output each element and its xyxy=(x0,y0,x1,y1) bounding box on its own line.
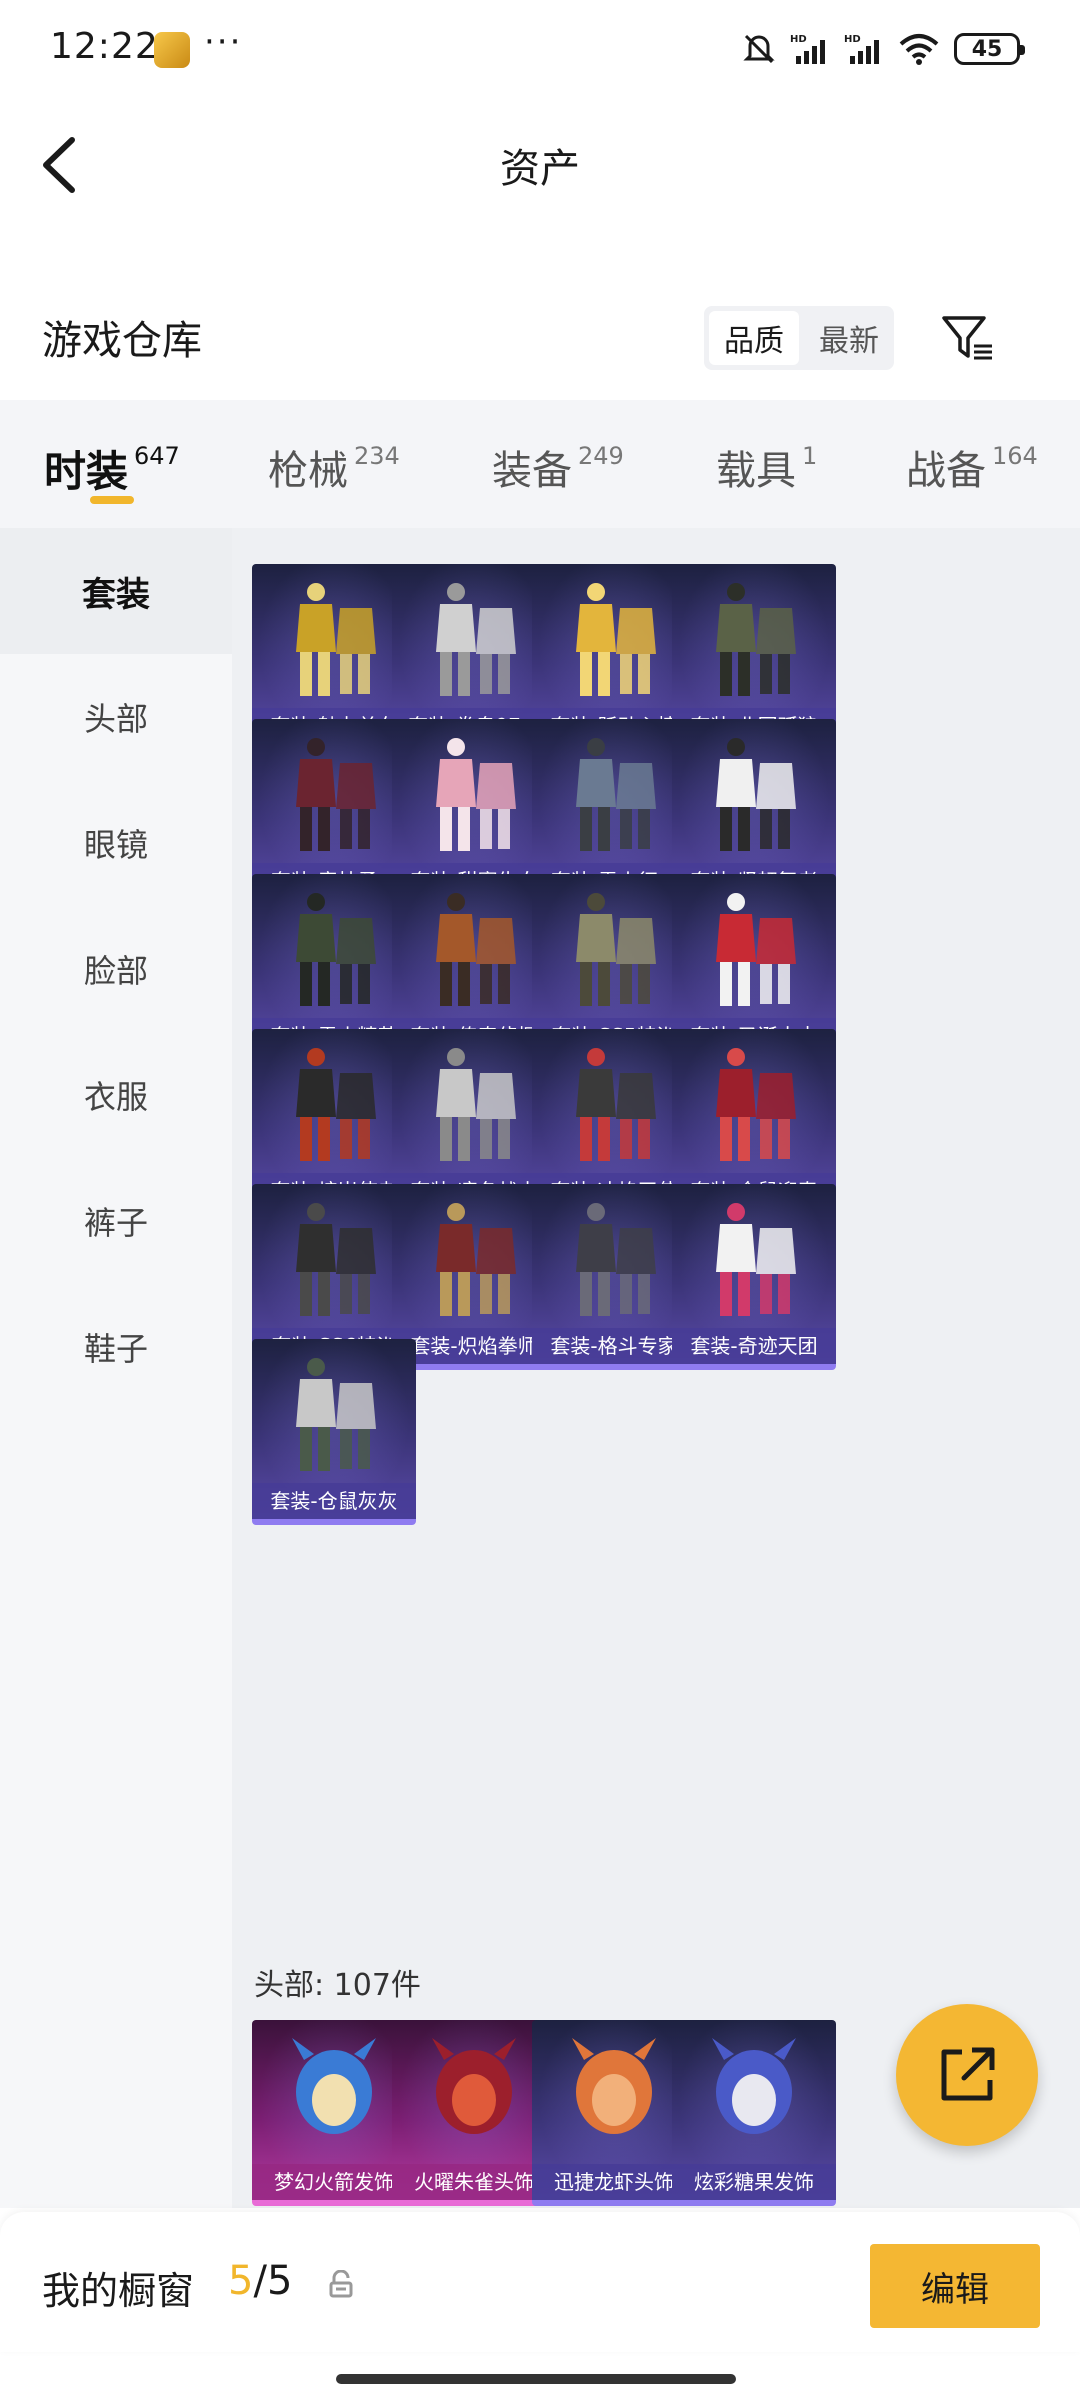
suit-card[interactable]: 套装-仓鼠灰灰 xyxy=(252,1339,416,1525)
lock-icon[interactable] xyxy=(328,2270,354,2298)
showcase-bar: 我的橱窗 5/5 编辑 xyxy=(0,2212,1080,2352)
head-item-image xyxy=(712,2038,796,2134)
suit-image xyxy=(436,893,516,1006)
tab-label: 枪械 xyxy=(268,448,348,494)
tab-label: 载具 xyxy=(716,448,796,494)
page-header: 资产 xyxy=(0,96,1080,226)
status-icons: HD HD 45 xyxy=(742,28,1025,70)
suit-card[interactable]: 套装-奇迹天团 xyxy=(672,1184,836,1370)
suit-image xyxy=(716,738,796,851)
sidebar-item-clothes[interactable]: 衣服 xyxy=(0,1032,232,1158)
sidebar: 套装 头部 眼镜 脸部 衣服 裤子 鞋子 xyxy=(0,528,232,2208)
tab-fashion[interactable]: 时装 647 xyxy=(44,438,180,499)
suit-image xyxy=(436,738,516,851)
battery-icon: 45 xyxy=(954,33,1025,65)
sidebar-item-glasses[interactable]: 眼镜 xyxy=(0,780,232,906)
status-bar: 12:22 ··· HD HD 45 xyxy=(0,0,1080,96)
item-grid: 套装-魅力单车套装-拳皇97...套装-跃动心情套装-北国孤狼套装-竞技勇...… xyxy=(232,528,1080,2208)
sidebar-item-face[interactable]: 脸部 xyxy=(0,906,232,1032)
showcase-title: 我的橱窗 xyxy=(42,2269,195,2313)
warehouse-title: 游戏仓库 xyxy=(42,318,202,364)
hd-signal-icon: HD xyxy=(790,34,825,64)
sidebar-item-suit[interactable]: 套装 xyxy=(0,528,232,654)
more-notifications-icon: ··· xyxy=(204,22,243,62)
tab-count: 249 xyxy=(578,442,624,470)
tab-count: 234 xyxy=(354,442,400,470)
suit-image xyxy=(296,738,376,851)
active-tab-indicator xyxy=(90,496,134,504)
tab-guns[interactable]: 枪械 234 xyxy=(268,438,400,496)
suit-image xyxy=(436,583,516,696)
page-title: 资产 xyxy=(500,146,580,192)
showcase-current: 5 xyxy=(228,2258,254,2304)
head-section-label: 头部: 107件 xyxy=(254,1968,421,2003)
sort-quality-button[interactable]: 品质 xyxy=(709,311,799,365)
suit-image xyxy=(296,583,376,696)
suit-image xyxy=(296,1358,376,1471)
tab-label: 战备 xyxy=(906,448,986,494)
mute-icon xyxy=(743,34,775,64)
filter-icon xyxy=(942,316,992,360)
sidebar-item-pants[interactable]: 裤子 xyxy=(0,1158,232,1284)
showcase-separator: / xyxy=(253,2258,267,2304)
category-tabs: 时装 647 枪械 234 装备 249 载具 1 战备 164 xyxy=(0,400,1080,528)
suit-image xyxy=(296,893,376,1006)
tab-combat-gear[interactable]: 战备 164 xyxy=(906,438,1038,496)
suit-image xyxy=(716,893,796,1006)
sidebar-item-shoes[interactable]: 鞋子 xyxy=(0,1284,232,1410)
suit-image xyxy=(296,1048,376,1161)
share-button[interactable] xyxy=(896,2004,1038,2146)
tab-equipment[interactable]: 装备 249 xyxy=(492,438,624,496)
tab-count: 647 xyxy=(134,442,180,470)
tab-count: 1 xyxy=(802,442,818,470)
suit-image xyxy=(436,1048,516,1161)
share-icon xyxy=(941,2047,995,2101)
suit-image xyxy=(716,1203,796,1316)
suit-image xyxy=(716,1048,796,1161)
tab-label: 时装 xyxy=(44,447,129,496)
suit-card-label: 套装-仓鼠灰灰 xyxy=(252,1483,416,1519)
head-item-image xyxy=(292,2038,376,2134)
hd-signal-icon: HD xyxy=(844,34,879,64)
suit-image xyxy=(716,583,796,696)
showcase-count: 5/5 xyxy=(228,2258,292,2304)
suit-image xyxy=(576,583,656,696)
suit-image xyxy=(296,1203,376,1316)
suit-image xyxy=(576,893,656,1006)
head-item-image xyxy=(432,2038,516,2134)
edit-button[interactable]: 编辑 xyxy=(870,2244,1040,2328)
suit-image xyxy=(436,1203,516,1316)
svg-text:HD: HD xyxy=(790,34,807,45)
suit-image xyxy=(576,1048,656,1161)
warehouse-row: 游戏仓库 品质 最新 xyxy=(0,280,1080,390)
head-item-image xyxy=(572,2038,656,2134)
head-item-label: 炫彩糖果发饰 xyxy=(672,2164,836,2200)
suit-card-label: 套装-奇迹天团 xyxy=(672,1328,836,1364)
showcase-total: 5 xyxy=(266,2258,293,2304)
wifi-icon xyxy=(899,34,939,65)
sort-newest-button[interactable]: 最新 xyxy=(804,306,894,370)
status-time: 12:22 xyxy=(50,26,159,67)
sidebar-item-head[interactable]: 头部 xyxy=(0,654,232,780)
tab-count: 164 xyxy=(992,442,1038,470)
filter-button[interactable] xyxy=(940,310,996,366)
svg-text:HD: HD xyxy=(844,34,861,45)
home-indicator xyxy=(336,2374,736,2384)
head-item-card[interactable]: 炫彩糖果发饰 xyxy=(672,2020,836,2206)
game-app-icon xyxy=(154,32,190,68)
tab-label: 装备 xyxy=(492,448,572,494)
suit-image xyxy=(576,738,656,851)
tab-vehicles[interactable]: 载具 1 xyxy=(716,438,817,496)
sort-toggle: 品质 最新 xyxy=(704,306,894,370)
battery-level: 45 xyxy=(971,36,1003,62)
suit-image xyxy=(576,1203,656,1316)
